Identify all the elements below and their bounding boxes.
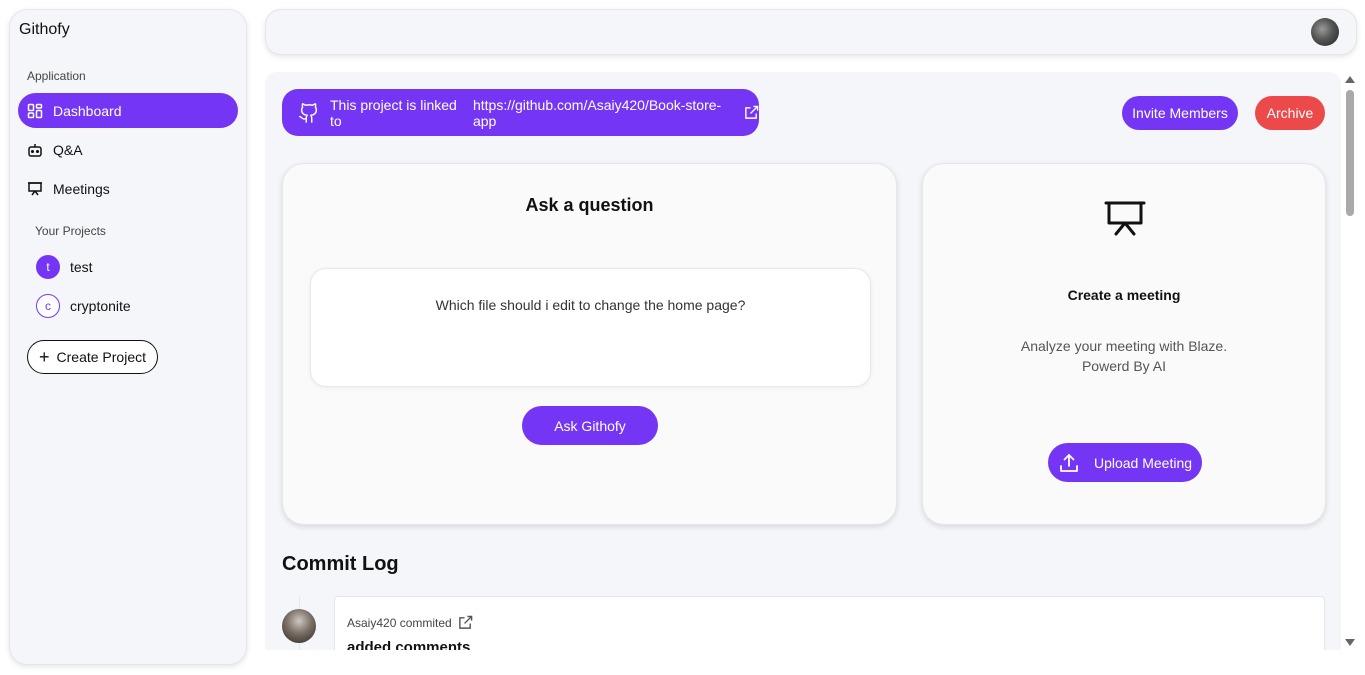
project-badge: t: [36, 255, 60, 279]
scroll-down-arrow[interactable]: [1345, 639, 1355, 646]
archive-button[interactable]: Archive: [1255, 96, 1325, 130]
main-content: This project is linked to https://github…: [265, 72, 1341, 650]
main-scrollbar[interactable]: [1343, 72, 1357, 650]
sidebar-item-meetings[interactable]: Meetings: [18, 171, 238, 206]
dashboard-icon: [27, 103, 43, 119]
project-name: cryptonite: [70, 298, 131, 314]
commit-author-avatar: [282, 609, 316, 643]
linked-prefix: This project is linked to: [330, 96, 457, 129]
upload-meeting-label: Upload Meeting: [1093, 454, 1193, 471]
upload-icon: [1058, 452, 1080, 474]
plus-icon: +: [39, 347, 50, 367]
application-group-label: Application: [27, 69, 86, 83]
project-name: test: [70, 259, 93, 275]
meeting-description: Analyze your meeting with Blaze. Powerd …: [923, 336, 1325, 376]
presentation-icon: [27, 181, 43, 197]
question-input[interactable]: [310, 268, 871, 387]
user-avatar[interactable]: [1311, 18, 1339, 46]
ask-githofy-button[interactable]: Ask Githofy: [522, 406, 658, 445]
ask-question-title: Ask a question: [525, 195, 654, 215]
github-icon: [298, 102, 320, 124]
app-brand: Githofy: [19, 21, 70, 38]
presentation-icon: [1104, 199, 1146, 241]
scroll-up-arrow[interactable]: [1345, 76, 1355, 83]
meeting-desc-line2: Powerd By AI: [1081, 358, 1167, 374]
linked-repo-banner: This project is linked to https://github…: [282, 89, 759, 136]
project-item-cryptonite[interactable]: c cryptonite: [36, 294, 131, 318]
sidebar: Githofy Application Dashboard Q&A Meetin…: [9, 9, 247, 665]
sidebar-item-qa[interactable]: Q&A: [18, 132, 238, 167]
project-badge: c: [36, 294, 60, 318]
commit-message: added comments: [347, 639, 471, 650]
invite-members-button[interactable]: Invite Members: [1122, 96, 1238, 130]
external-link-icon[interactable]: [458, 615, 473, 630]
project-item-test[interactable]: t test: [36, 255, 93, 279]
projects-group-label: Your Projects: [35, 224, 106, 238]
sidebar-item-label: Dashboard: [53, 102, 122, 119]
create-meeting-card: Create a meeting Analyze your meeting wi…: [922, 163, 1326, 525]
create-project-button[interactable]: + Create Project: [27, 340, 158, 374]
create-project-label: Create Project: [56, 349, 146, 365]
create-meeting-title: Create a meeting: [1067, 287, 1181, 303]
sidebar-item-dashboard[interactable]: Dashboard: [18, 93, 238, 128]
meeting-desc-line1: Analyze your meeting with Blaze.: [1020, 338, 1228, 354]
commit-item: Asaiy420 commited added comments: [334, 596, 1325, 650]
scroll-thumb[interactable]: [1346, 90, 1354, 216]
sidebar-item-label: Meetings: [53, 180, 110, 197]
commit-author: Asaiy420 commited: [347, 615, 452, 630]
bot-icon: [27, 142, 43, 158]
commit-meta: Asaiy420 commited: [347, 615, 473, 630]
repo-link[interactable]: https://github.com/Asaiy420/Book-store-a…: [473, 97, 738, 129]
commit-log-title: Commit Log: [282, 553, 399, 575]
external-link-icon[interactable]: [744, 105, 759, 120]
ask-question-card: Ask a question Ask Githofy: [282, 163, 897, 525]
sidebar-item-label: Q&A: [53, 141, 83, 158]
top-bar: [265, 9, 1357, 55]
upload-meeting-button[interactable]: Upload Meeting: [1048, 443, 1202, 482]
